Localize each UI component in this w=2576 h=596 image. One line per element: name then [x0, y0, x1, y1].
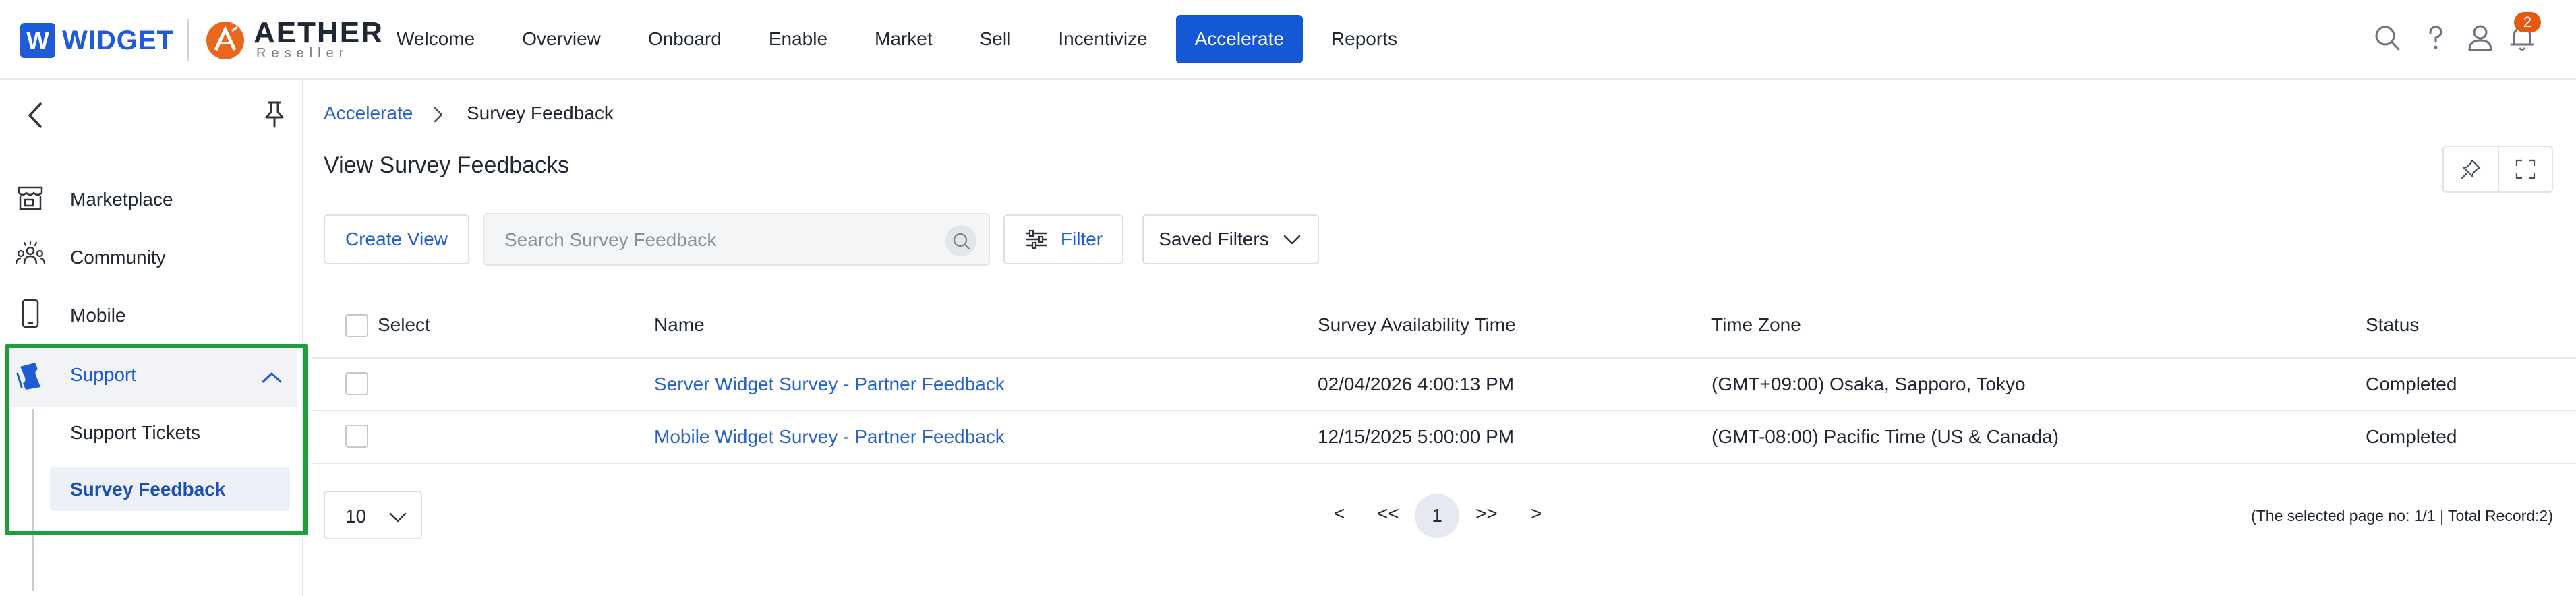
search-icon — [953, 233, 970, 250]
table-divider — [312, 463, 2576, 464]
table-row-timezone: (GMT-08:00) Pacific Time (US & Canada) — [1711, 426, 2059, 447]
current-page-button[interactable]: 1 — [1415, 494, 1459, 538]
nav-welcome[interactable]: Welcome — [378, 15, 494, 63]
reseller-subtitle: Reseller — [256, 46, 349, 61]
nav-reports[interactable]: Reports — [1312, 15, 1416, 63]
nav-onboard[interactable]: Onboard — [629, 15, 740, 63]
filter-label: Filter — [1060, 229, 1103, 249]
sidebar-item-community[interactable]: Community — [70, 247, 166, 268]
page-size-select[interactable]: 10 — [324, 491, 422, 539]
create-view-button[interactable]: Create View — [324, 214, 469, 264]
breadcrumb-chevron-icon — [434, 107, 443, 123]
table-row-availability: 02/04/2026 4:00:13 PM — [1318, 374, 1515, 394]
page-title: View Survey Feedbacks — [324, 152, 570, 178]
row-checkbox[interactable] — [345, 372, 368, 395]
search-icon[interactable] — [2372, 23, 2402, 53]
search-input[interactable] — [503, 227, 935, 254]
column-header-status[interactable]: Status — [2366, 314, 2419, 336]
table-divider — [312, 410, 2576, 411]
reseller-name: AETHER — [254, 16, 384, 49]
select-all-checkbox[interactable] — [345, 314, 368, 337]
widget-logo-mark: W — [20, 23, 55, 58]
table-row-status: Completed — [2366, 374, 2457, 394]
nav-sell[interactable]: Sell — [961, 15, 1030, 63]
store-icon — [18, 186, 43, 210]
pin-view-button[interactable] — [2444, 147, 2498, 191]
nav-enable[interactable]: Enable — [750, 15, 846, 63]
fullscreen-icon — [2515, 159, 2536, 179]
sidebar-item-marketplace[interactable]: Marketplace — [70, 189, 173, 210]
search-submit-button[interactable] — [945, 225, 976, 256]
view-tools — [2442, 146, 2553, 193]
breadcrumb-current: Survey Feedback — [467, 102, 614, 123]
sliders-icon — [1026, 229, 1047, 249]
column-header-name[interactable]: Name — [654, 314, 705, 336]
logo-divider — [187, 19, 189, 61]
notification-badge: 2 — [2514, 12, 2541, 32]
sidebar-item-mobile[interactable]: Mobile — [70, 305, 125, 326]
main-nav: Welcome Overview Onboard Enable Market S… — [378, 15, 1426, 63]
table-row-name-link[interactable]: Mobile Widget Survey - Partner Feedback — [654, 426, 1005, 448]
chevron-down-icon — [389, 512, 407, 523]
help-icon[interactable] — [2421, 23, 2451, 53]
page-size-value: 10 — [345, 506, 367, 527]
community-icon — [15, 240, 46, 265]
top-header: W WIDGET AETHER Reseller Welcome Overvie… — [0, 0, 2576, 80]
first-page-button[interactable]: << — [1377, 503, 1399, 525]
breadcrumb-parent[interactable]: Accelerate — [324, 102, 413, 124]
saved-filters-label: Saved Filters — [1159, 229, 1269, 249]
nav-overview[interactable]: Overview — [503, 15, 620, 63]
column-header-availability[interactable]: Survey Availability Time — [1318, 314, 1516, 336]
search-box — [483, 213, 990, 266]
table-divider — [312, 357, 2576, 359]
row-checkbox[interactable] — [345, 425, 368, 448]
widget-logo-text: WIDGET — [62, 26, 174, 55]
fullscreen-button[interactable] — [2498, 147, 2552, 191]
column-header-select: Select — [378, 314, 430, 335]
table-row-status: Completed — [2366, 426, 2457, 447]
column-header-timezone[interactable]: Time Zone — [1711, 314, 1801, 336]
nav-incentivize[interactable]: Incentivize — [1039, 15, 1166, 63]
pin-icon — [2461, 159, 2481, 179]
pin-sidebar-icon[interactable] — [259, 98, 290, 129]
table-row-availability: 12/15/2025 5:00:00 PM — [1318, 426, 1515, 447]
filter-button[interactable]: Filter — [1003, 214, 1123, 264]
prev-page-button[interactable]: < — [1334, 503, 1345, 525]
aether-logo-icon — [206, 22, 244, 59]
nav-market[interactable]: Market — [856, 15, 952, 63]
mobile-icon — [22, 299, 39, 328]
table-row-timezone: (GMT+09:00) Osaka, Sapporo, Tokyo — [1711, 374, 2026, 394]
chevron-down-icon — [1283, 235, 1300, 245]
collapse-sidebar-icon[interactable] — [20, 100, 51, 131]
table-row-name-link[interactable]: Server Widget Survey - Partner Feedback — [654, 374, 1005, 395]
support-highlight-box — [5, 344, 308, 535]
nav-accelerate[interactable]: Accelerate — [1175, 15, 1303, 63]
saved-filters-dropdown[interactable]: Saved Filters — [1142, 214, 1319, 264]
last-page-button[interactable]: >> — [1475, 503, 1498, 525]
user-icon[interactable] — [2465, 23, 2495, 53]
pagination-summary: (The selected page no: 1/1 | Total Recor… — [2251, 507, 2553, 525]
next-page-button[interactable]: > — [1531, 503, 1542, 525]
